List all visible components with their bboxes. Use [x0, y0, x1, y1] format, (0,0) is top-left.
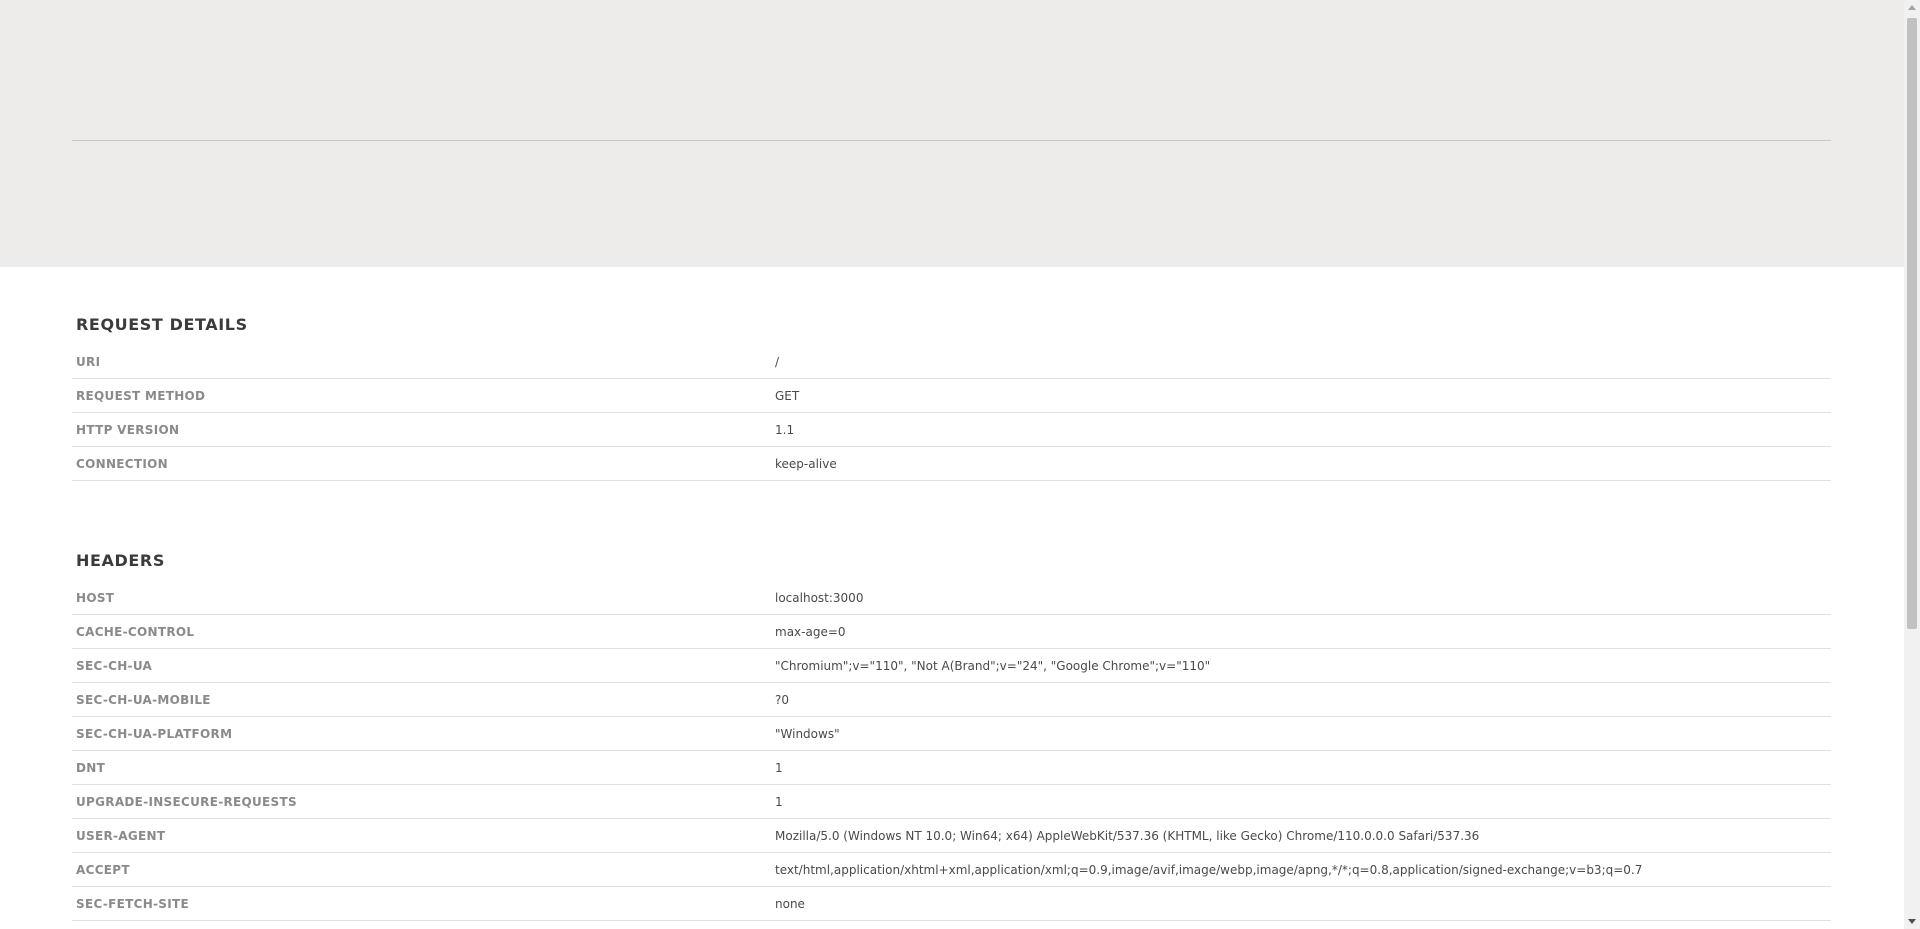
hero-banner	[0, 0, 1904, 267]
table-row: HTTP VERSION 1.1	[72, 413, 1831, 447]
row-value: localhost:3000	[775, 590, 864, 605]
vertical-scrollbar[interactable]	[1904, 0, 1920, 929]
table-row: UPGRADE-INSECURE-REQUESTS 1	[72, 785, 1831, 819]
row-key: SEC-FETCH-SITE	[76, 896, 190, 911]
headers-title: HEADERS	[76, 551, 165, 570]
table-row: USER-AGENT Mozilla/5.0 (Windows NT 10.0;…	[72, 819, 1831, 853]
row-value: text/html,application/xhtml+xml,applicat…	[775, 862, 1643, 877]
row-value: 1.1	[775, 422, 795, 437]
headers-table: HOST localhost:3000 CACHE-CONTROL max-ag…	[72, 581, 1831, 921]
row-key: REQUEST METHOD	[76, 388, 206, 403]
main-content: REQUEST DETAILS URI / REQUEST METHOD GET…	[72, 267, 1831, 921]
scroll-up-arrow-icon[interactable]	[1908, 5, 1916, 10]
table-row: SEC-CH-UA-PLATFORM "Windows"	[72, 717, 1831, 751]
row-key: HTTP VERSION	[76, 422, 180, 437]
row-value: "Windows"	[775, 726, 840, 741]
row-value: "Chromium";v="110", "Not A(Brand";v="24"…	[775, 658, 1211, 673]
row-value: 1	[775, 760, 783, 775]
row-key: SEC-CH-UA-PLATFORM	[76, 726, 233, 741]
row-key: DNT	[76, 760, 106, 775]
row-value: /	[775, 354, 780, 369]
row-value: 1	[775, 794, 783, 809]
table-row: DNT 1	[72, 751, 1831, 785]
row-key: SEC-CH-UA	[76, 658, 153, 673]
table-row: CONNECTION keep-alive	[72, 447, 1831, 481]
row-value: keep-alive	[775, 456, 837, 471]
row-key: CACHE-CONTROL	[76, 624, 195, 639]
page: REQUEST DETAILS URI / REQUEST METHOD GET…	[0, 0, 1904, 929]
table-row: ACCEPT text/html,application/xhtml+xml,a…	[72, 853, 1831, 887]
table-row: CACHE-CONTROL max-age=0	[72, 615, 1831, 649]
row-key: HOST	[76, 590, 115, 605]
table-row: SEC-CH-UA-MOBILE ?0	[72, 683, 1831, 717]
table-row: URI /	[72, 345, 1831, 379]
request-details-table: URI / REQUEST METHOD GET HTTP VERSION 1.…	[72, 345, 1831, 481]
hero-divider	[72, 140, 1831, 141]
row-key: UPGRADE-INSECURE-REQUESTS	[76, 794, 297, 809]
row-value: GET	[775, 388, 800, 403]
row-value: Mozilla/5.0 (Windows NT 10.0; Win64; x64…	[775, 828, 1480, 843]
row-key: SEC-CH-UA-MOBILE	[76, 692, 211, 707]
row-key: ACCEPT	[76, 862, 130, 877]
row-key: USER-AGENT	[76, 828, 166, 843]
row-value: ?0	[775, 692, 790, 707]
row-value: max-age=0	[775, 624, 846, 639]
table-row: HOST localhost:3000	[72, 581, 1831, 615]
row-key: URI	[76, 354, 101, 369]
scrollbar-thumb[interactable]	[1907, 18, 1917, 629]
table-row: SEC-CH-UA "Chromium";v="110", "Not A(Bra…	[72, 649, 1831, 683]
request-details-title: REQUEST DETAILS	[76, 315, 248, 334]
table-row: SEC-FETCH-SITE none	[72, 887, 1831, 921]
scroll-down-arrow-icon[interactable]	[1908, 919, 1916, 924]
table-row: REQUEST METHOD GET	[72, 379, 1831, 413]
row-value: none	[775, 896, 805, 911]
row-key: CONNECTION	[76, 456, 168, 471]
